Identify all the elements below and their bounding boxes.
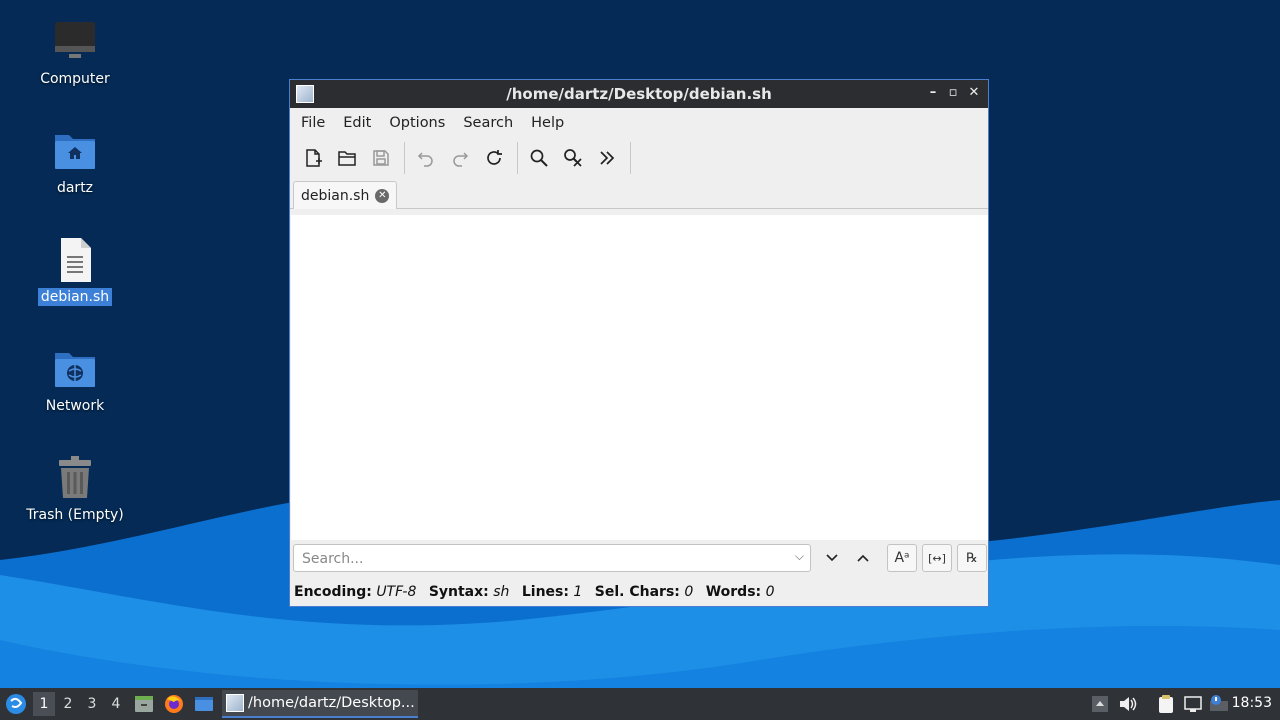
- match-case-button[interactable]: Aᵃ: [887, 544, 917, 572]
- find-replace-icon[interactable]: [558, 143, 588, 173]
- more-icon[interactable]: [592, 143, 622, 173]
- desktop-icon-computer[interactable]: Computer: [15, 18, 135, 88]
- syntax-label: Syntax:: [428, 584, 489, 600]
- close-button[interactable]: ✕: [965, 84, 983, 102]
- search-bar: Search... ⌵ Aᵃ [↔] ℞: [293, 544, 987, 576]
- file-manager-launcher[interactable]: [133, 693, 155, 715]
- desktop-icon-home[interactable]: dartz: [15, 127, 135, 197]
- menu-options[interactable]: Options: [382, 115, 452, 131]
- tray-network[interactable]: [1182, 693, 1204, 715]
- tab-close-icon[interactable]: ✕: [375, 188, 390, 203]
- lines-value: 1: [573, 584, 583, 600]
- toolbar-separator: [517, 142, 518, 174]
- taskbar-item-title: /home/dartz/Desktop...: [248, 695, 415, 711]
- menu-edit[interactable]: Edit: [336, 115, 378, 131]
- workspace-4[interactable]: 4: [105, 692, 127, 716]
- menu-file[interactable]: File: [294, 115, 332, 131]
- save-icon[interactable]: [366, 143, 396, 173]
- menu-search[interactable]: Search: [456, 115, 520, 131]
- syntax-value: sh: [493, 584, 510, 600]
- undo-icon[interactable]: [411, 143, 441, 173]
- start-menu-button[interactable]: [4, 692, 28, 716]
- text-editor-icon: [226, 694, 244, 712]
- network-icon: [1184, 696, 1202, 712]
- desktop-icon-network[interactable]: Network: [15, 345, 135, 415]
- desktop-icon-trash[interactable]: Trash (Empty): [15, 454, 135, 524]
- taskbar-item-editor[interactable]: /home/dartz/Desktop...: [222, 690, 418, 718]
- redo-icon[interactable]: [445, 143, 475, 173]
- new-document-icon[interactable]: [298, 143, 328, 173]
- taskbar: 1 2 3 4 /home/dartz/Desktop... 18:53: [0, 688, 1280, 720]
- menu-help[interactable]: Help: [524, 115, 571, 131]
- notification-icon: [1210, 695, 1228, 711]
- workspace-2[interactable]: 2: [57, 692, 79, 716]
- words-label: Words:: [705, 584, 762, 600]
- sel-chars-value: 0: [684, 584, 694, 600]
- find-next-button[interactable]: [817, 544, 847, 572]
- menubar: File Edit Options Search Help: [290, 108, 988, 138]
- whole-word-icon: [↔]: [928, 551, 946, 565]
- toolbar: [290, 138, 988, 178]
- desktop-icon: [195, 697, 213, 711]
- text-file-icon: [51, 236, 99, 284]
- workspace-1[interactable]: 1: [33, 692, 55, 716]
- tray-show-hidden[interactable]: [1089, 693, 1111, 715]
- tray-volume[interactable]: [1117, 693, 1139, 715]
- clock[interactable]: 18:53: [1232, 695, 1272, 711]
- toolbar-separator: [630, 142, 631, 174]
- chevron-down-icon[interactable]: ⌵: [795, 549, 804, 564]
- toolbar-separator: [404, 142, 405, 174]
- tab-bar: debian.sh ✕: [290, 178, 988, 209]
- sel-chars-label: Sel. Chars:: [594, 584, 680, 600]
- whole-word-button[interactable]: [↔]: [922, 544, 952, 572]
- file-cabinet-icon: [135, 696, 153, 712]
- search-input[interactable]: Search... ⌵: [293, 544, 811, 572]
- search-placeholder: Search...: [302, 551, 364, 567]
- desktop-icon-label: debian.sh: [37, 288, 113, 306]
- desktop-icon-label: Computer: [40, 71, 110, 87]
- desktop-icon-debian-sh[interactable]: debian.sh: [15, 236, 135, 306]
- find-previous-button[interactable]: [848, 544, 878, 572]
- encoding-label: Encoding:: [294, 584, 372, 600]
- desktop-icon-label: dartz: [56, 180, 94, 196]
- desktop-icon-label: Network: [45, 398, 105, 414]
- workspace-3[interactable]: 3: [81, 692, 103, 716]
- firefox-icon: [165, 695, 183, 713]
- chevron-down-icon: [826, 554, 838, 562]
- clipboard-icon: [1159, 695, 1173, 713]
- status-bar: Encoding: UTF-8 Syntax: sh Lines: 1 Sel.…: [294, 584, 783, 600]
- show-desktop-launcher[interactable]: [193, 693, 215, 715]
- desktop-icon-label: Trash (Empty): [26, 507, 124, 523]
- tray-notifications[interactable]: [1208, 693, 1230, 715]
- home-folder-icon: [51, 127, 99, 175]
- regex-icon: ℞: [966, 550, 978, 566]
- window-titlebar[interactable]: /home/dartz/Desktop/debian.sh – ▫ ✕: [290, 80, 988, 108]
- lxqt-logo-icon: [6, 694, 26, 714]
- text-editor-area[interactable]: [291, 215, 988, 540]
- words-value: 0: [765, 584, 775, 600]
- regex-button[interactable]: ℞: [957, 544, 987, 572]
- network-folder-icon: [51, 345, 99, 393]
- trash-icon: [51, 454, 99, 502]
- maximize-button[interactable]: ▫: [944, 84, 962, 102]
- tab-debian-sh[interactable]: debian.sh ✕: [293, 181, 398, 209]
- text-editor-window: /home/dartz/Desktop/debian.sh – ▫ ✕ File…: [289, 79, 989, 607]
- find-icon[interactable]: [524, 143, 554, 173]
- tab-label: debian.sh: [301, 187, 370, 204]
- minimize-button[interactable]: –: [924, 84, 942, 102]
- window-title: /home/dartz/Desktop/debian.sh: [506, 85, 772, 103]
- computer-icon: [51, 18, 99, 66]
- tray-clipboard[interactable]: [1155, 693, 1177, 715]
- chevron-up-icon: [857, 554, 869, 562]
- reload-icon[interactable]: [479, 143, 509, 173]
- lines-label: Lines:: [521, 584, 569, 600]
- firefox-launcher[interactable]: [163, 693, 185, 715]
- tray-arrow-up-icon: [1092, 696, 1108, 712]
- match-case-icon: Aᵃ: [894, 550, 910, 566]
- volume-icon: [1120, 697, 1137, 711]
- encoding-value: UTF-8: [376, 584, 417, 600]
- open-folder-icon[interactable]: [332, 143, 362, 173]
